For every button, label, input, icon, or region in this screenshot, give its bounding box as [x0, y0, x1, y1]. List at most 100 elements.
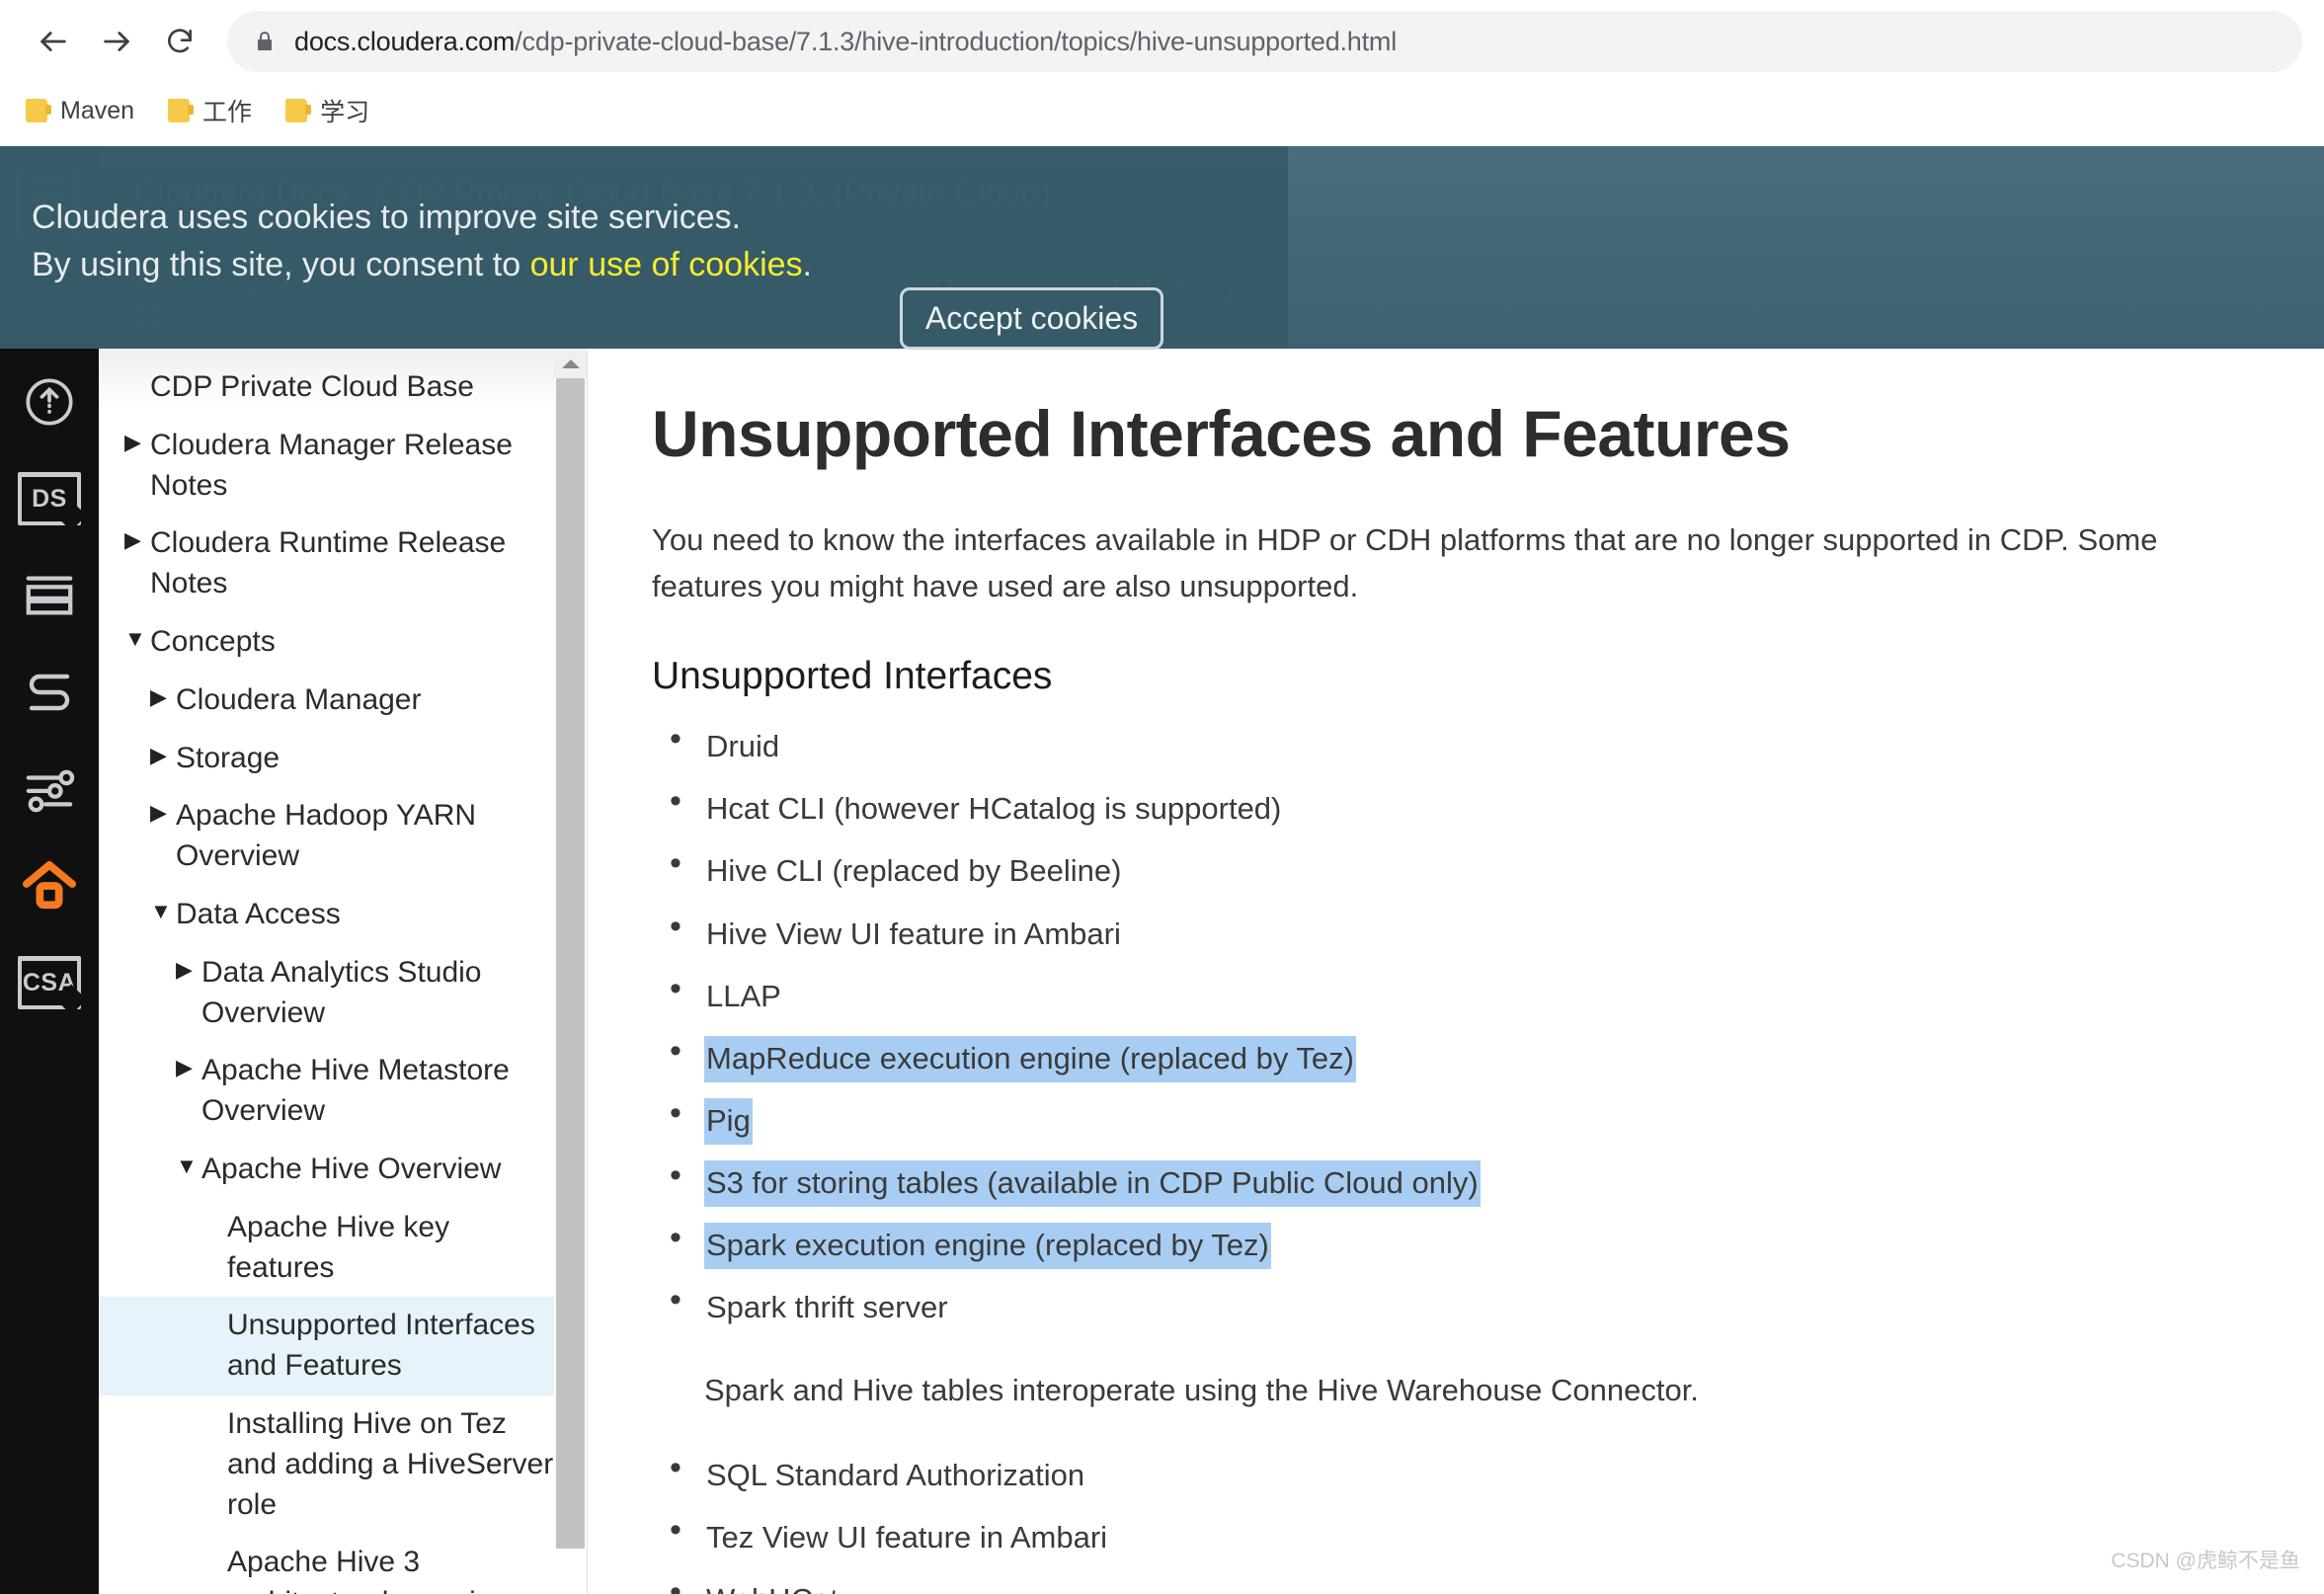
list-item: Hive CLI (replaced by Beeline): [652, 845, 2265, 895]
cookie-line-2-prefix: By using this site, you consent to: [32, 246, 530, 284]
toc-item[interactable]: ▼ Data Access: [99, 886, 587, 944]
chevron-down-icon[interactable]: ▼: [150, 895, 176, 928]
list-item: Spark thrift server: [652, 1282, 2265, 1331]
toc-list: ▶CDP Private Cloud Base▶Cloudera Manager…: [99, 349, 587, 1594]
watermark: CSDN @虎鲸不是鱼: [2111, 1550, 2300, 1572]
pipeline-icon[interactable]: [14, 754, 85, 825]
chevron-right-icon[interactable]: ▶: [150, 796, 176, 830]
bookmark-maven[interactable]: Maven: [26, 97, 134, 125]
list-item: LLAP: [652, 971, 2265, 1020]
toc-item[interactable]: ▶Unsupported Interfaces and Features: [99, 1297, 587, 1395]
chevron-down-icon[interactable]: ▼: [124, 622, 150, 656]
chevron-right-icon[interactable]: ▶: [176, 953, 201, 987]
warehouse-connector-note: Spark and Hive tables interoperate using…: [704, 1373, 1699, 1408]
chevron-down-icon[interactable]: ▼: [176, 1150, 201, 1183]
reload-icon: [168, 29, 192, 53]
toc-item[interactable]: ▼ Apache Hive Overview: [99, 1141, 587, 1199]
bookmark-work[interactable]: 工作: [168, 93, 252, 128]
app-icon-rail: DS CSA: [0, 146, 99, 1594]
chevron-right-icon[interactable]: ▶: [150, 739, 176, 772]
chevron-right-icon[interactable]: ▶: [124, 426, 150, 459]
lock-icon: [253, 28, 277, 55]
list-item-text: MapReduce execution engine (replaced by …: [704, 1035, 1356, 1082]
cookie-line-2: By using this site, you consent to our u…: [32, 241, 812, 288]
toc-item[interactable]: ▶CDP Private Cloud Base: [99, 359, 587, 417]
rail-items: DS CSA: [0, 349, 99, 1018]
bookmark-study[interactable]: 学习: [285, 93, 369, 128]
forward-arrow-icon: [104, 32, 129, 51]
toc-item-label: Apache Hive 3 architectural overview: [227, 1546, 514, 1594]
toc-item[interactable]: ▶ Cloudera Manager: [99, 672, 587, 730]
reload-button[interactable]: [148, 10, 211, 73]
main-content: Unsupported Interfaces and Features You …: [588, 349, 2324, 1594]
bookmark-label: 学习: [320, 99, 370, 126]
toc-item-label: Data Access: [176, 897, 341, 930]
bookmarks-bar: Maven 工作 学习: [0, 83, 2324, 138]
scroll-up-icon[interactable]: [554, 349, 587, 378]
toc-item-label: Cloudera Manager Release Notes: [150, 428, 513, 502]
forward-button[interactable]: [85, 10, 148, 73]
list-item-text: Druid: [706, 729, 780, 764]
list-item: Hcat CLI (however HCatalog is supported): [652, 783, 2265, 833]
upload-icon[interactable]: [14, 366, 85, 438]
toc-item[interactable]: ▶ Storage: [99, 730, 587, 788]
page-title: Unsupported Interfaces and Features: [652, 397, 1791, 470]
back-button[interactable]: [22, 10, 85, 73]
list-item: MapReduce execution engine (replaced by …: [652, 1033, 2265, 1082]
toc-item[interactable]: ▶ Apache Hive Metastore Overview: [99, 1042, 587, 1141]
csa-icon-label: CSA: [22, 969, 77, 996]
toc-item-label: Apache Hive Metastore Overview: [201, 1054, 510, 1128]
list-item: WebHCat: [652, 1574, 2265, 1594]
toc-item[interactable]: ▶ Apache Hadoop YARN Overview: [99, 787, 587, 886]
home-icon[interactable]: [14, 850, 85, 921]
folder-icon: [168, 99, 195, 122]
bookmark-label: 工作: [202, 99, 253, 126]
accept-cookies-button[interactable]: Accept cookies: [900, 287, 1163, 350]
toc-item-label: Concepts: [150, 624, 276, 658]
flow-icon[interactable]: [14, 657, 85, 728]
toc-item[interactable]: ▶ Data Analytics Studio Overview: [99, 944, 587, 1043]
chevron-right-icon[interactable]: ▶: [176, 1051, 201, 1084]
toc-item-label: Apache Hive Overview: [201, 1152, 502, 1185]
back-arrow-icon: [40, 32, 66, 51]
database-icon[interactable]: [14, 560, 85, 631]
folder-icon: [285, 99, 312, 122]
toc-item-label: Unsupported Interfaces and Features: [227, 1309, 535, 1383]
toc-item[interactable]: ▶ Cloudera Runtime Release Notes: [99, 515, 587, 613]
list-item-text: Hcat CLI (however HCatalog is supported): [706, 791, 1282, 827]
toc-item-label: Data Analytics Studio Overview: [201, 955, 482, 1029]
toc-item-label: Apache Hadoop YARN Overview: [176, 799, 477, 873]
toc-item[interactable]: ▼ Concepts: [99, 613, 587, 672]
toc-scrollbar-thumb[interactable]: [556, 378, 585, 1549]
list-item: Pig: [652, 1095, 2265, 1145]
chevron-right-icon[interactable]: ▶: [124, 523, 150, 557]
cookie-policy-link[interactable]: our use of cookies: [530, 246, 803, 283]
cookie-line-1: Cloudera uses cookies to improve site se…: [32, 199, 742, 236]
toc-item[interactable]: ▶Installing Hive on Tez and adding a Hiv…: [99, 1395, 587, 1534]
toc-item[interactable]: ▶Apache Hive 3 architectural overview: [99, 1534, 587, 1594]
list-item: Hive View UI feature in Ambari: [652, 908, 2265, 958]
csa-icon[interactable]: CSA: [14, 947, 85, 1018]
url-domain: docs.cloudera.com: [294, 26, 516, 56]
omnibox-row: docs.cloudera.com/cdp-private-cloud-base…: [0, 0, 2324, 83]
ds-icon-label: DS: [32, 485, 67, 513]
toc-item[interactable]: ▶Apache Hive key features: [99, 1199, 587, 1298]
address-bar[interactable]: docs.cloudera.com/cdp-private-cloud-base…: [227, 11, 2302, 72]
toc-scrollbar[interactable]: [554, 349, 587, 1594]
cookie-consent-banner: Cloudera uses cookies to improve site se…: [0, 146, 1288, 350]
toc-item-label: CDP Private Cloud Base: [150, 370, 474, 403]
chevron-right-icon[interactable]: ▶: [150, 680, 176, 714]
list-item-text: Hive CLI (replaced by Beeline): [706, 853, 1122, 889]
list-item-text: SQL Standard Authorization: [706, 1458, 1085, 1493]
list-item-text: S3 for storing tables (available in CDP …: [704, 1159, 1481, 1207]
toc-item-label: Storage: [176, 741, 280, 774]
ds-icon[interactable]: DS: [14, 463, 85, 534]
toc-item-label: Cloudera Manager: [176, 682, 422, 716]
list-item-text: Spark execution engine (replaced by Tez): [704, 1222, 1271, 1270]
list-item-text: LLAP: [706, 978, 781, 1013]
toc-item[interactable]: ▶ Cloudera Manager Release Notes: [99, 417, 587, 516]
page-viewport: Cloudera Docs / CDP Private Cloud Base 7…: [0, 146, 2324, 1594]
cookie-line-2-suffix: .: [802, 246, 812, 284]
section-heading: Unsupported Interfaces: [652, 655, 1053, 698]
intro-paragraph: You need to know the interfaces availabl…: [652, 522, 2158, 604]
